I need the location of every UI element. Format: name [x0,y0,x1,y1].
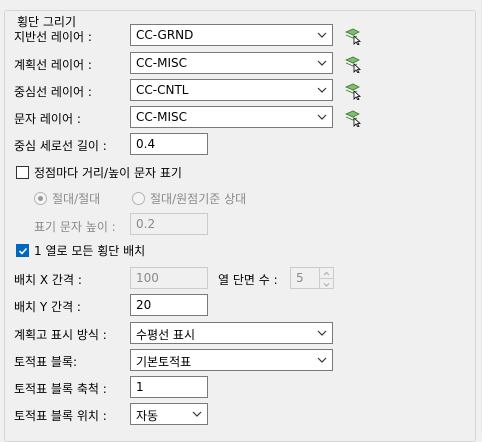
plan-layer-select[interactable]: CC-MISC [130,52,333,74]
center-layer-value: CC-CNTL [136,83,189,97]
layer-pick-cursor-icon[interactable] [344,109,362,127]
spacing-x-value: 100 [136,271,159,285]
one-row-label: 1 열로 모든 횡단 배치 [34,244,146,258]
earthwork-position-value: 자동 [136,409,159,423]
ground-layer-label: 지반선 레이어 : [14,30,92,44]
earthwork-scale-value: 1 [136,380,144,394]
chevron-down-icon [192,411,202,417]
text-height-input[interactable]: 0.2 [130,213,208,235]
vertex-text-checkbox[interactable] [16,166,29,179]
ground-layer-select[interactable]: CC-GRND [130,24,333,46]
elevation-display-label: 계획고 표시 방식 : [14,328,107,342]
earthwork-scale-label: 토적표 블록 축척 : [14,382,107,396]
chevron-down-icon [317,330,327,336]
center-layer-label: 중심선 레이어 : [14,85,92,99]
chevron-down-icon [317,87,327,93]
radio-selected-dot [38,196,43,201]
absolute-radio-label: 절대/절대 [52,192,101,206]
center-layer-select[interactable]: CC-CNTL [130,79,333,101]
elevation-display-value: 수평선 표시 [136,328,196,342]
text-layer-select[interactable]: CC-MISC [130,106,333,128]
columns-spinner[interactable]: 5 [290,267,334,289]
text-height-label: 표기 문자 높이 : [34,220,116,234]
checkmark-icon [18,247,28,255]
relative-radio[interactable] [132,192,145,205]
earthwork-block-label: 토적표 블록: [14,355,78,369]
spin-down-button[interactable] [320,278,333,289]
spacing-y-value: 20 [136,298,152,312]
plan-layer-value: CC-MISC [136,56,187,70]
vertex-text-label: 정점마다 거리/높이 문자 표기 [34,166,182,180]
one-row-checkbox[interactable] [16,244,29,257]
plan-layer-label: 계획선 레이어 : [14,58,92,72]
earthwork-block-value: 기본토적표 [136,355,192,369]
layer-pick-cursor-icon[interactable] [344,27,362,45]
chevron-down-icon [317,357,327,363]
chevron-down-icon [317,114,327,120]
elevation-display-select[interactable]: 수평선 표시 [130,322,333,344]
earthwork-position-select[interactable]: 자동 [130,403,208,425]
center-vertical-length-value: 0.4 [136,137,156,151]
text-layer-value: CC-MISC [136,110,187,124]
spacing-x-input[interactable]: 100 [130,267,208,289]
earthwork-block-select[interactable]: 기본토적표 [130,349,333,371]
chevron-down-icon [323,283,330,287]
chevron-down-icon [317,60,327,66]
ground-layer-value: CC-GRND [136,28,194,42]
spacing-y-label: 배치 Y 간격 : [14,300,81,314]
center-vertical-length-label: 중심 세로선 길이 : [14,139,107,153]
spacing-x-label: 배치 X 간격 : [14,273,82,287]
chevron-down-icon [317,32,327,38]
text-height-value: 0.2 [136,217,156,231]
earthwork-position-label: 토적표 블록 위치 : [14,409,107,423]
center-vertical-length-input[interactable]: 0.4 [130,133,208,155]
layer-pick-cursor-icon[interactable] [344,55,362,73]
spacing-y-input[interactable]: 20 [130,294,208,316]
spin-up-button[interactable] [320,268,333,278]
text-layer-label: 문자 레이어 : [14,112,81,126]
relative-radio-label: 절대/원점기준 상대 [150,192,247,206]
earthwork-scale-input[interactable]: 1 [130,376,208,398]
absolute-radio[interactable] [34,192,47,205]
layer-pick-cursor-icon[interactable] [344,82,362,100]
columns-label: 열 단면 수 : [218,273,278,287]
columns-value: 5 [296,271,304,285]
